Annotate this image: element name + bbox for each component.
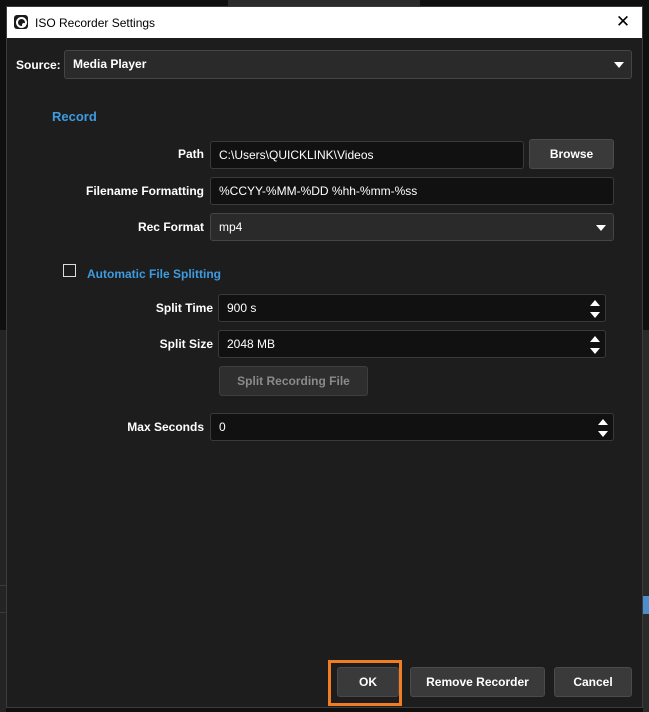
max-seconds-label: Max Seconds: [127, 420, 204, 434]
app-logo-icon: [14, 15, 28, 29]
source-select-value: Media Player: [73, 57, 147, 71]
source-select[interactable]: Media Player: [64, 50, 632, 79]
split-time-spinbox[interactable]: 900 s: [218, 294, 606, 322]
source-label: Source:: [16, 58, 61, 72]
split-time-stepper[interactable]: [589, 298, 601, 320]
split-recording-file-button[interactable]: Split Recording File: [219, 366, 368, 396]
split-size-label: Split Size: [159, 337, 213, 351]
auto-split-checkbox[interactable]: [63, 264, 76, 277]
arrow-up-icon[interactable]: [598, 419, 608, 425]
rec-format-value: mp4: [219, 220, 243, 234]
split-time-value: 900 s: [227, 301, 257, 315]
filename-formatting-label: Filename Formatting: [85, 184, 204, 198]
cancel-button[interactable]: Cancel: [554, 667, 632, 697]
split-time-label: Split Time: [155, 301, 213, 315]
max-seconds-spinbox[interactable]: 0: [210, 413, 614, 441]
record-heading: Record: [52, 109, 97, 124]
split-size-spinbox[interactable]: 2048 MB: [218, 330, 606, 358]
chevron-down-icon: [614, 62, 624, 68]
auto-split-heading[interactable]: Automatic File Splitting: [87, 267, 221, 281]
chevron-down-icon: [596, 225, 606, 231]
split-size-value: 2048 MB: [227, 337, 276, 351]
arrow-down-icon[interactable]: [590, 348, 600, 354]
rec-format-select[interactable]: mp4: [210, 213, 614, 241]
close-button[interactable]: ✕: [604, 7, 642, 38]
arrow-down-icon[interactable]: [590, 312, 600, 318]
iso-recorder-settings-dialog: ISO Recorder Settings ✕ Source: Media Pl…: [6, 6, 643, 708]
background-scroll-handle: [643, 596, 649, 614]
window-title: ISO Recorder Settings: [35, 16, 156, 30]
arrow-up-icon[interactable]: [590, 336, 600, 342]
arrow-down-icon[interactable]: [598, 431, 608, 437]
path-field[interactable]: C:\Users\QUICKLINK\Videos: [210, 141, 524, 169]
browse-button[interactable]: Browse: [529, 139, 614, 169]
title-bar: ISO Recorder Settings ✕: [7, 7, 642, 38]
max-seconds-stepper[interactable]: [597, 417, 609, 439]
path-label: Path: [177, 147, 204, 161]
split-size-stepper[interactable]: [589, 334, 601, 356]
background-window-right: [643, 330, 649, 712]
arrow-up-icon[interactable]: [590, 300, 600, 306]
rec-format-label: Rec Format: [137, 220, 204, 234]
ok-button[interactable]: OK: [337, 667, 399, 697]
filename-formatting-field[interactable]: %CCYY-%MM-%DD %hh-%mm-%ss: [210, 177, 614, 205]
max-seconds-value: 0: [219, 420, 226, 434]
remove-recorder-button[interactable]: Remove Recorder: [410, 667, 545, 697]
